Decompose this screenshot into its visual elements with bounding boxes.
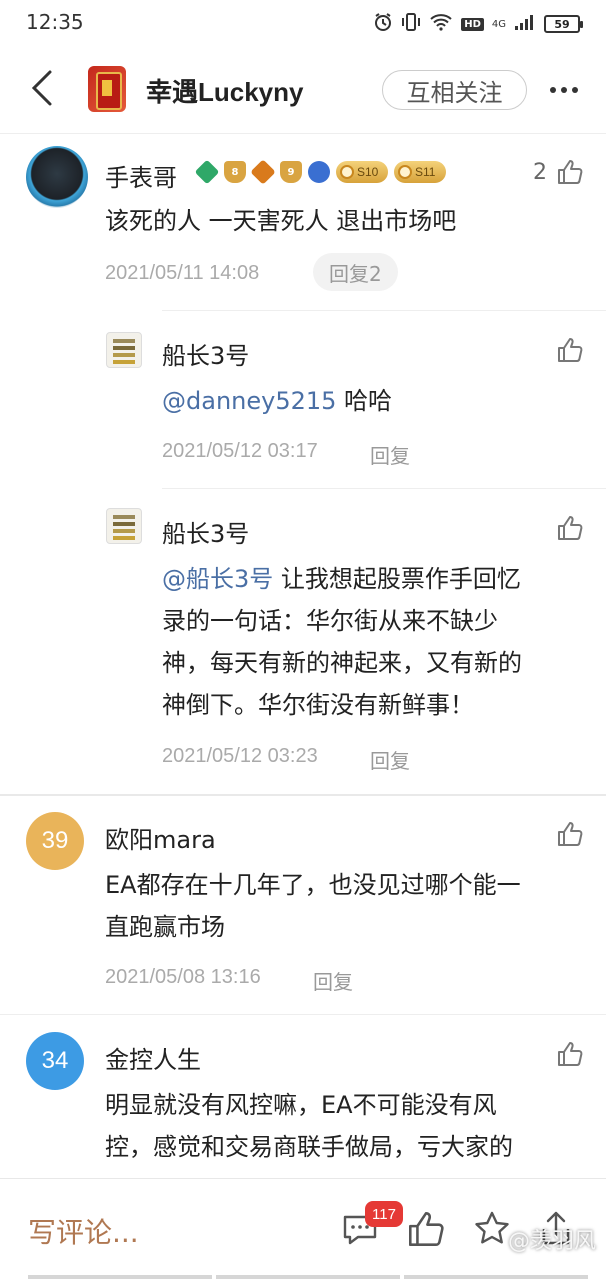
favorite-button[interactable]: [472, 1209, 512, 1249]
status-icons: HD 4G 59: [373, 12, 583, 36]
header-avatar[interactable]: [88, 66, 126, 112]
trophy-badge-icon: 9: [280, 161, 302, 183]
avatar[interactable]: [106, 508, 142, 544]
thumbs-up-icon: [558, 1042, 583, 1066]
vibrate-icon: [401, 12, 421, 36]
thumbs-up-icon: [558, 516, 583, 540]
follow-button[interactable]: 互相关注: [382, 70, 527, 110]
more-button[interactable]: [544, 70, 584, 110]
divider: [162, 488, 606, 489]
comment-username[interactable]: 欧阳mara: [105, 820, 216, 855]
verified-badge-icon: [194, 159, 220, 185]
comment-text: EA都存在十几年了，也没见过哪个能一 直跑赢市场: [105, 871, 521, 941]
comment-time: 2021/05/11 14:08: [105, 262, 260, 284]
status-bar: 12:35 HD 4G 59: [0, 0, 606, 48]
like-button[interactable]: [556, 1040, 586, 1070]
like-button[interactable]: [556, 158, 586, 188]
trophy-badge-icon: 8: [224, 161, 246, 183]
like-button[interactable]: [556, 336, 586, 366]
battery-level: 59: [554, 17, 570, 31]
reply-time: 2021/05/12 03:17: [162, 440, 318, 462]
chevron-left-icon: [31, 70, 52, 106]
avatar[interactable]: [26, 146, 88, 208]
hd-badge: HD: [461, 17, 484, 31]
battery-icon: 59: [544, 15, 583, 33]
watermark: @羡羽风: [507, 1229, 596, 1254]
avatar[interactable]: 39: [26, 812, 84, 870]
thumbs-up-icon: [558, 822, 583, 846]
bolt-badge-icon: [250, 159, 276, 185]
season-badge: S11: [394, 161, 446, 183]
signal-icon: [514, 13, 536, 35]
home-indicator: [28, 1275, 588, 1279]
like-button[interactable]: [556, 820, 586, 850]
user-badges: 8 9 S10 S11: [194, 159, 446, 185]
reply-button[interactable]: 回复: [370, 440, 410, 469]
divider: [162, 310, 606, 311]
alarm-icon: [373, 12, 393, 36]
wifi-icon: [429, 13, 453, 35]
reply-count-button[interactable]: 回复2: [313, 253, 398, 291]
avatar[interactable]: [106, 332, 142, 368]
thumbs-up-icon: [558, 338, 583, 362]
comment-username[interactable]: 手表哥: [105, 158, 177, 193]
comment-text: 明显就没有风控嘛，EA不可能没有风 控，感觉和交易商联手做局，亏大家的: [105, 1091, 513, 1161]
comment-username[interactable]: 金控人生: [105, 1040, 201, 1075]
status-time: 12:35: [26, 10, 84, 34]
back-button[interactable]: [26, 68, 62, 108]
more-dot-icon: [561, 87, 567, 93]
avatar[interactable]: 34: [26, 1032, 84, 1090]
like-count: 2: [533, 160, 547, 185]
mention-link[interactable]: @船长3号: [162, 565, 273, 593]
comment-count-badge: 117: [365, 1201, 403, 1227]
reply-button[interactable]: 回复: [370, 745, 410, 774]
comment-item: 手表哥 8 9 S10 S11 2 该死的人 一天害死人 退出市场吧 2021/…: [0, 134, 606, 794]
reply-username[interactable]: 船长3号: [162, 336, 249, 371]
bottom-bar: 写评论... 117 @羡羽风: [0, 1178, 606, 1280]
reply-username[interactable]: 船长3号: [162, 514, 249, 549]
write-comment-input[interactable]: 写评论...: [28, 1211, 139, 1251]
like-button[interactable]: [406, 1209, 446, 1249]
like-button[interactable]: [556, 514, 586, 544]
more-dot-icon: [550, 87, 556, 93]
page-title: 幸遇Luckyny: [146, 77, 304, 107]
season-badge: S10: [336, 161, 388, 183]
comment-item: 39 欧阳mara EA都存在十几年了，也没见过哪个能一 直跑赢市场 2021/…: [0, 796, 606, 1014]
reply-text: @danney5215 哈哈: [162, 387, 393, 415]
divider: [0, 1014, 606, 1015]
reply-text: @船长3号 让我想起股票作手回忆 录的一句话：华尔街从来不缺少 神，每天有新的神…: [162, 565, 522, 719]
comment-text: 该死的人 一天害死人 退出市场吧: [105, 207, 457, 235]
thumbs-up-icon: [558, 160, 583, 184]
comment-time: 2021/05/08 13:16: [105, 966, 261, 988]
mention-link[interactable]: @danney5215: [162, 387, 336, 415]
reply-button[interactable]: 回复: [313, 966, 353, 995]
thumbs-up-icon: [409, 1212, 444, 1246]
comment-item: 34 金控人生 明显就没有风控嘛，EA不可能没有风 控，感觉和交易商联手做局，亏…: [0, 1016, 606, 1178]
network-label: 4G: [491, 18, 506, 30]
more-dot-icon: [572, 87, 578, 93]
star-icon: [475, 1211, 509, 1244]
shield-badge-icon: [308, 161, 330, 183]
reply-time: 2021/05/12 03:23: [162, 745, 318, 767]
header: 幸遇Luckyny 互相关注: [0, 48, 606, 134]
